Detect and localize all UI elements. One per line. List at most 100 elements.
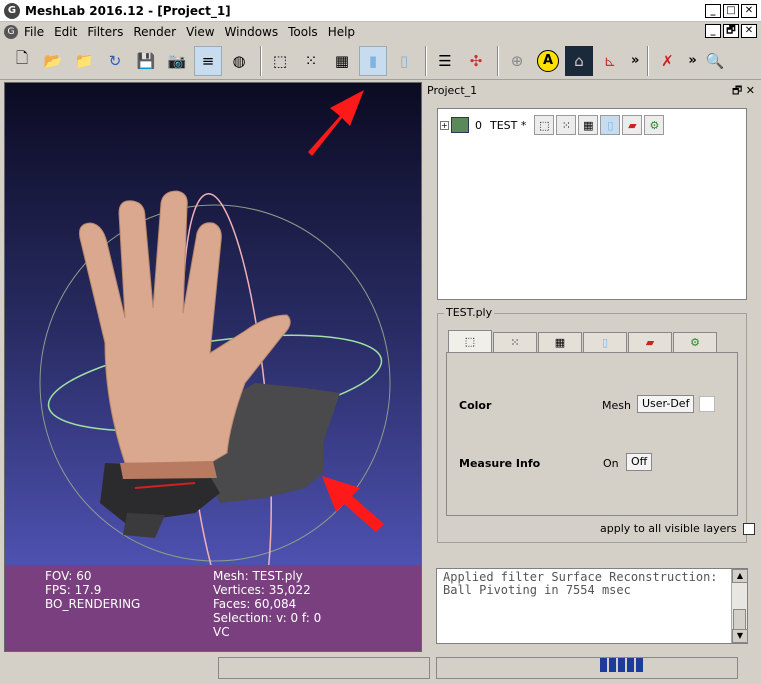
log-scrollbar[interactable]: ▲ ▼: [731, 569, 748, 643]
tab-fill-icon[interactable]: ▯: [583, 332, 627, 352]
points-mode-icon[interactable]: ⁙: [556, 115, 577, 135]
bbox-mode-icon[interactable]: ⬚: [534, 115, 555, 135]
doc-restore-button[interactable]: 🗗: [723, 24, 739, 38]
tab-bbox-icon[interactable]: ⬚: [448, 330, 492, 352]
minimize-button[interactable]: _: [705, 3, 721, 18]
scroll-up-icon[interactable]: ▲: [732, 569, 748, 583]
wireframe-icon[interactable]: ▦: [328, 46, 356, 76]
axes-icon[interactable]: ⊾: [596, 46, 624, 76]
color-mesh-option[interactable]: Mesh: [602, 399, 631, 412]
close-button[interactable]: ✕: [741, 3, 757, 18]
import-mesh-icon[interactable]: 📁: [70, 46, 98, 76]
flat-shading-icon[interactable]: ▮: [359, 45, 387, 76]
wire-mode-icon[interactable]: ▦: [578, 115, 599, 135]
measure-on-option[interactable]: On: [603, 457, 619, 470]
status-field-progress: [436, 657, 738, 679]
sphere-grid-icon[interactable]: ⊕: [503, 46, 531, 76]
doc-close-button[interactable]: ✕: [741, 24, 757, 38]
arrow-icon: [322, 476, 384, 532]
doc-minimize-button[interactable]: _: [705, 24, 721, 38]
layer-name[interactable]: TEST *: [490, 119, 526, 132]
layer-list[interactable]: + 0 TEST * ⬚ ⁙ ▦ ▯ ▰ ⚙: [437, 108, 747, 300]
title-bar: G MeshLab 2016.12 - [Project_1] _ □ ✕: [0, 0, 761, 22]
arrow-icon: [308, 90, 364, 156]
tab-points-icon[interactable]: ⁙: [493, 332, 537, 352]
document-menu-icon[interactable]: G: [4, 25, 18, 39]
raster-tower-icon[interactable]: ⌂: [565, 45, 593, 76]
tab-panel: Color Mesh User-Def Measure Info On Off: [446, 352, 738, 516]
fov-text: FOV: 60: [45, 569, 92, 583]
layer-row[interactable]: + 0 TEST * ⬚ ⁙ ▦ ▯ ▰ ⚙: [440, 115, 666, 135]
render-mode-text: BO_RENDERING: [45, 597, 141, 611]
color-userdef-option[interactable]: User-Def: [637, 395, 695, 413]
layers-icon[interactable]: ≡: [194, 45, 222, 76]
tab-settings-icon[interactable]: ⚙: [673, 332, 717, 352]
snapshot-icon[interactable]: 📷: [163, 46, 191, 76]
menu-file[interactable]: File: [24, 25, 44, 39]
scroll-down-icon[interactable]: ▼: [732, 629, 748, 643]
faces-text: Faces: 60,084: [213, 597, 297, 611]
manipulator-icon[interactable]: ✣: [462, 46, 490, 76]
menu-tools[interactable]: Tools: [288, 25, 318, 39]
vertices-text: Vertices: 35,022: [213, 583, 311, 597]
progress-indicator: [600, 658, 643, 672]
maximize-button[interactable]: □: [723, 3, 739, 18]
document-window-controls: _ 🗗 ✕: [705, 24, 757, 38]
apply-all-checkbox[interactable]: [742, 522, 755, 535]
toolbar-separator: [497, 45, 499, 76]
save-icon[interactable]: 💾: [132, 46, 160, 76]
color-swatch[interactable]: [699, 396, 715, 412]
progress-block: [636, 658, 643, 672]
reload-icon[interactable]: ↻: [101, 46, 129, 76]
scroll-thumb[interactable]: [733, 609, 746, 631]
status-field-main: [218, 657, 430, 679]
annotation-icon[interactable]: A: [534, 46, 562, 76]
tab-texture-icon[interactable]: ▰: [628, 332, 672, 352]
annotation-letter: A: [537, 49, 559, 72]
fill-mode-icon[interactable]: ▯: [600, 115, 621, 135]
smooth-shading-icon[interactable]: ▯: [390, 46, 418, 76]
layer-stack-icon[interactable]: ☰: [431, 46, 459, 76]
menu-edit[interactable]: Edit: [54, 25, 77, 39]
toolbar-separator: [260, 45, 262, 76]
toolbar-separator: [425, 45, 427, 76]
3d-viewport[interactable]: FOV: 60 FPS: 17.9 BO_RENDERING Mesh: TES…: [4, 82, 422, 652]
progress-block: [600, 658, 607, 672]
sphere-icon[interactable]: ◍: [225, 46, 253, 76]
zoom-icon[interactable]: 🔍: [701, 46, 729, 76]
selection-text: Selection: v: 0 f: 0: [213, 611, 322, 625]
progress-block: [618, 658, 625, 672]
visibility-eye-icon[interactable]: [451, 117, 469, 133]
points-icon[interactable]: ⁙: [297, 46, 325, 76]
new-document-icon[interactable]: 🗋: [8, 46, 36, 76]
measure-tool-icon[interactable]: ✗: [653, 46, 681, 76]
progress-block: [627, 658, 634, 672]
open-project-icon[interactable]: 📂: [39, 46, 67, 76]
apply-all-label: apply to all visible layers: [600, 522, 737, 535]
window-controls: _ □ ✕: [705, 3, 757, 18]
toolbar-overflow-button[interactable]: »: [631, 53, 639, 68]
layer-dock-title: Project_1: [427, 84, 478, 97]
tab-wire-icon[interactable]: ▦: [538, 332, 582, 352]
measure-off-option[interactable]: Off: [626, 453, 653, 471]
log-window[interactable]: Applied filter Surface Reconstruction: B…: [436, 568, 748, 644]
info-panel: FOV: 60 FPS: 17.9 BO_RENDERING Mesh: TES…: [5, 565, 421, 651]
color-label: Color: [459, 399, 492, 412]
settings-mode-icon[interactable]: ⚙: [644, 115, 665, 135]
dock-float-close-icon[interactable]: 🗗 ✕: [732, 82, 755, 101]
menu-view[interactable]: View: [186, 25, 214, 39]
apply-all-row: apply to all visible layers: [600, 522, 755, 535]
mesh-info: Mesh: TEST.ply Vertices: 35,022 Faces: 6…: [213, 569, 321, 639]
vertex-color-text: VC: [213, 625, 230, 639]
menu-windows[interactable]: Windows: [225, 25, 279, 39]
bounding-box-icon[interactable]: ⬚: [266, 46, 294, 76]
menu-render[interactable]: Render: [133, 25, 176, 39]
measure-info-label: Measure Info: [459, 457, 541, 470]
texture-mode-icon[interactable]: ▰: [622, 115, 643, 135]
toolbar-overflow-button-2[interactable]: »: [688, 53, 696, 68]
menu-filters[interactable]: Filters: [87, 25, 123, 39]
toolbar-separator: [647, 45, 650, 76]
expand-icon[interactable]: +: [440, 120, 449, 130]
menu-help[interactable]: Help: [328, 25, 355, 39]
group-title: TEST.ply: [444, 306, 495, 319]
